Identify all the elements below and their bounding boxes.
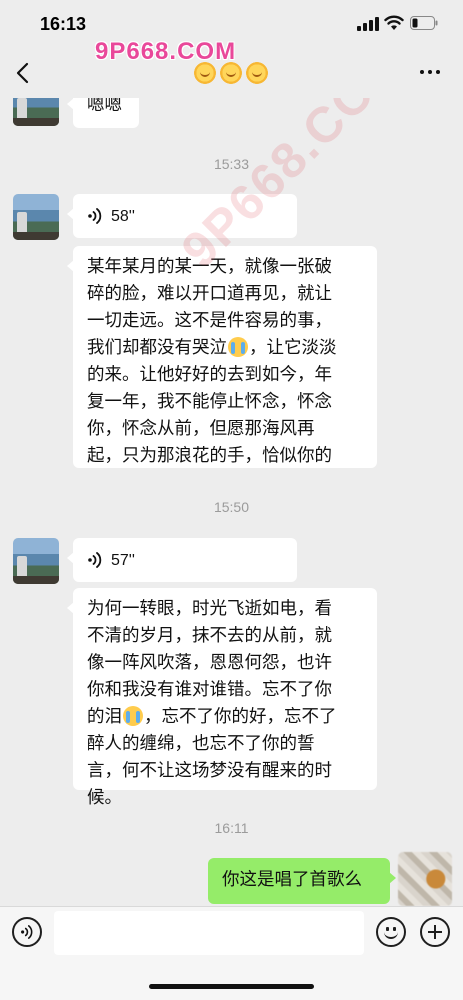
my-avatar[interactable] xyxy=(398,852,452,906)
sun-emoji-icon xyxy=(246,62,268,84)
sun-emoji-icon xyxy=(220,62,242,84)
contact-avatar[interactable] xyxy=(13,194,59,240)
home-indicator[interactable] xyxy=(149,984,314,989)
signal-icon xyxy=(357,17,379,31)
message-line: ，忘不了你的好，忘不了 xyxy=(144,707,337,727)
message-line: 起，只为那浪花的手，恰似你的 xyxy=(87,446,332,466)
more-options-icon[interactable] xyxy=(420,70,440,74)
contact-avatar[interactable] xyxy=(13,538,59,584)
message-line: 言，何不让这场梦没有醒来的时 xyxy=(87,761,332,781)
message-bubble[interactable]: 为何一转眼，时光飞逝如电，看 不清的岁月，抹不去的从前，就 像一阵风吹落，恩恩何… xyxy=(67,588,377,808)
voice-message-bubble[interactable]: 58'' xyxy=(67,194,297,238)
message-line: 像一阵风吹落，恩恩何怨，也许 xyxy=(87,653,332,673)
message-line: 的泪 xyxy=(87,707,122,727)
message-bubble[interactable]: 嗯嗯 xyxy=(67,98,139,128)
emoji-button[interactable] xyxy=(376,917,406,947)
message-line: 的来。让他好好的去到如今，年 xyxy=(87,365,332,385)
crying-emoji-icon xyxy=(123,706,143,726)
chat-title xyxy=(194,62,268,84)
message-line: 醉人的缠绵，也忘不了你的誓 xyxy=(87,734,315,754)
chat-header: 9P668.COM xyxy=(0,38,463,98)
back-icon[interactable] xyxy=(14,62,34,84)
message-line: ，让它淡淡 xyxy=(249,338,337,358)
voice-wave-icon xyxy=(88,552,102,568)
voice-duration: 58'' xyxy=(111,207,135,225)
more-actions-button[interactable] xyxy=(420,917,450,947)
message-text: 嗯嗯 xyxy=(87,98,122,115)
message-line: 你和我没有谁对谁错。忘不了你 xyxy=(87,680,332,700)
voice-message-bubble[interactable]: 57'' xyxy=(67,538,297,582)
message-line: 某年某月的某一天，就像一张破 xyxy=(87,257,332,277)
message-line: 不清的岁月，抹不去的从前，就 xyxy=(87,626,332,646)
contact-avatar[interactable] xyxy=(13,98,59,126)
status-time: 16:13 xyxy=(40,14,87,34)
message-line: 候。 xyxy=(87,788,122,808)
message-input[interactable] xyxy=(54,911,364,955)
timestamp: 15:33 xyxy=(213,156,250,172)
message-line: 一切走远。这不是件容易的事， xyxy=(87,311,332,331)
timestamp: 16:11 xyxy=(214,820,249,836)
my-message-bubble[interactable]: 你这是唱了首歌么 xyxy=(208,858,396,904)
wifi-icon xyxy=(384,15,404,30)
crying-emoji-icon xyxy=(228,337,248,357)
chat-messages[interactable]: 嗯嗯 15:33 58'' 某年某月的某一天，就像一张破 碎的脸，难以开口道再见… xyxy=(0,98,463,906)
voice-wave-icon xyxy=(88,208,102,224)
message-line: 碎的脸，难以开口道再见，就让 xyxy=(87,284,332,304)
timestamp: 15:50 xyxy=(213,499,250,515)
message-line: 为何一转眼，时光飞逝如电，看 xyxy=(87,599,332,619)
sun-emoji-icon xyxy=(194,62,216,84)
voice-wave-icon xyxy=(21,925,33,939)
message-line: 复一年，我不能停止怀念，怀念 xyxy=(87,392,332,412)
voice-duration: 57'' xyxy=(111,551,135,569)
message-text: 你这是唱了首歌么 xyxy=(222,870,362,890)
voice-input-button[interactable] xyxy=(12,917,42,947)
message-line: 你，怀念从前，但愿那海风再 xyxy=(87,419,315,439)
message-bubble[interactable]: 某年某月的某一天，就像一张破 碎的脸，难以开口道再见，就让 一切走远。这不是件容… xyxy=(67,246,377,468)
battery-icon xyxy=(410,16,438,30)
message-line: 我们却都没有哭泣 xyxy=(87,338,227,358)
